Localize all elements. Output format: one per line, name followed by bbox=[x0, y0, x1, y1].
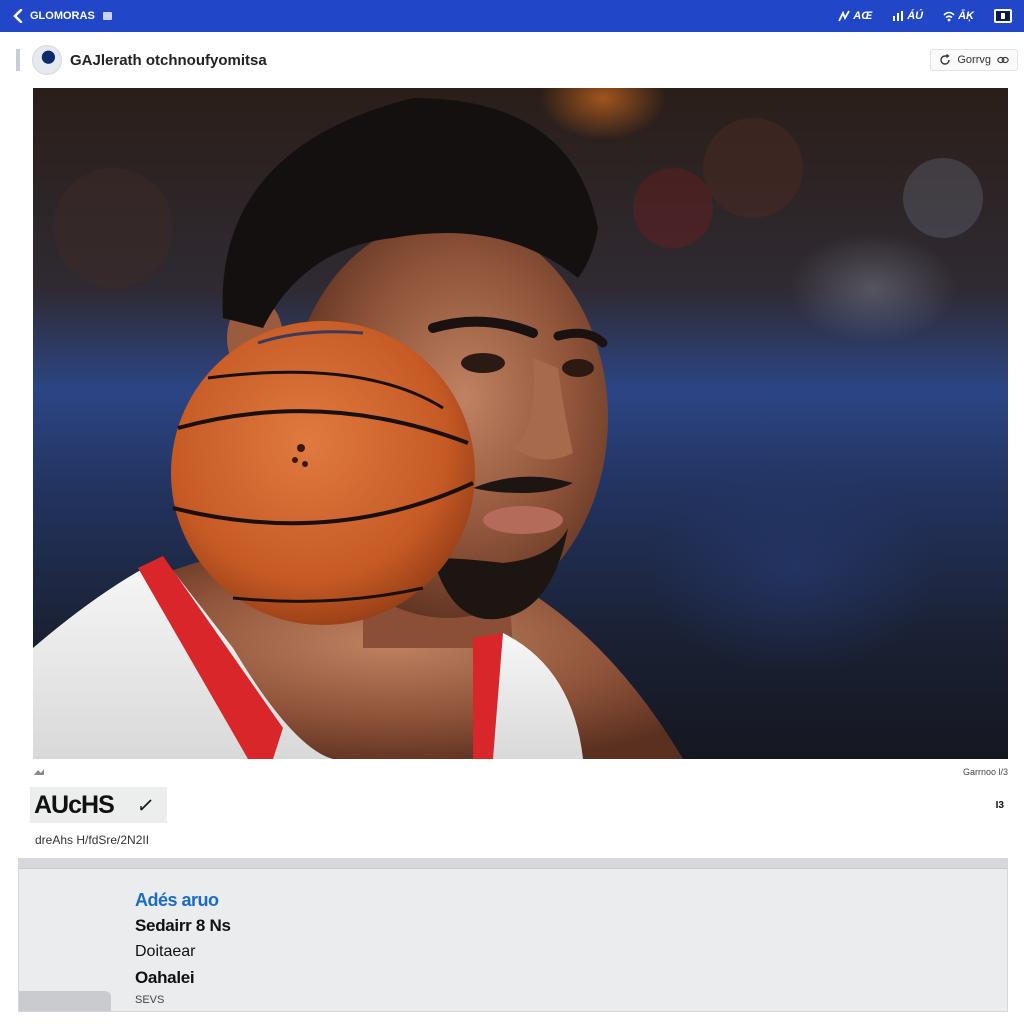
status-wifi[interactable]: ĀĶ bbox=[943, 10, 974, 22]
info-panel: Adés aruo Sedairr 8 Ns Doitaear Oahalei … bbox=[18, 858, 1008, 1012]
panel-tab[interactable] bbox=[19, 991, 111, 1011]
status-signal[interactable]: AŒ bbox=[838, 10, 872, 22]
info-lines: Adés aruo Sedairr 8 Ns Doitaear Oahalei … bbox=[135, 887, 231, 1009]
signal-icon bbox=[838, 10, 851, 22]
wifi-icon bbox=[943, 11, 955, 22]
subtitle: dreAhs H/fdSre/2N2II bbox=[35, 833, 150, 847]
hero-photo[interactable] bbox=[33, 88, 1008, 759]
back-label: GLOMORAS bbox=[30, 10, 95, 22]
player-name-chip[interactable]: AUcHS bbox=[30, 787, 167, 823]
link-icon bbox=[997, 56, 1009, 64]
signal-label: AŒ bbox=[853, 10, 873, 22]
info-line-5: SEVS bbox=[135, 994, 165, 1006]
info-line-4: Oahalei bbox=[135, 968, 195, 987]
chevron-left-icon bbox=[13, 9, 23, 23]
post-header: GAJlerath otchnoufyomitsa Gorrvg bbox=[16, 42, 1020, 78]
drag-handle[interactable] bbox=[16, 49, 20, 71]
refresh-icon bbox=[940, 54, 951, 65]
network-icon bbox=[893, 11, 904, 21]
player-name: AUcHS bbox=[34, 790, 115, 819]
folder-icon bbox=[102, 12, 112, 20]
page-indicator[interactable]: I3 bbox=[996, 800, 1004, 811]
info-link[interactable]: Adés aruo bbox=[135, 887, 231, 913]
back-button[interactable]: GLOMORAS bbox=[12, 9, 112, 23]
info-line-3: Doitaear bbox=[135, 943, 196, 960]
photo-icon bbox=[34, 769, 44, 775]
battery-icon[interactable] bbox=[994, 9, 1012, 23]
basketball-player-illustration bbox=[33, 98, 983, 759]
panel-divider bbox=[19, 859, 1007, 869]
info-line-2: Sedairr 8 Ns bbox=[135, 916, 231, 935]
share-button[interactable]: Gorrvg bbox=[930, 49, 1018, 71]
status-network[interactable]: ÁÚ bbox=[892, 10, 923, 22]
share-label: Gorrvg bbox=[957, 54, 991, 66]
network-label: ÁÚ bbox=[907, 10, 924, 22]
pen-icon bbox=[140, 799, 152, 811]
photo-credit: Garrnoo l/3 bbox=[962, 767, 1008, 777]
name-row: AUcHS I3 bbox=[30, 784, 1008, 826]
photo-credit-row: Garrnoo l/3 bbox=[33, 764, 1008, 780]
avatar[interactable] bbox=[32, 45, 62, 75]
wifi-label: ĀĶ bbox=[958, 10, 974, 22]
page-title: GAJlerath otchnoufyomitsa bbox=[70, 51, 267, 69]
top-app-bar: GLOMORAS AŒ ÁÚ ĀĶ bbox=[0, 0, 1024, 32]
